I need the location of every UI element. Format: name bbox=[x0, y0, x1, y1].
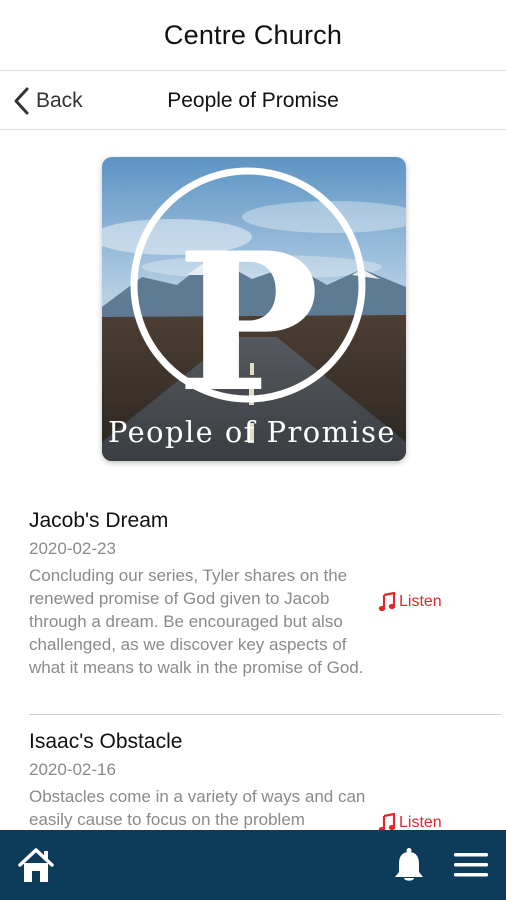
music-note-icon bbox=[378, 592, 396, 612]
tab-bar bbox=[0, 830, 506, 900]
chevron-left-icon bbox=[14, 87, 29, 114]
app-title: Centre Church bbox=[163, 19, 343, 50]
artwork-letter: P bbox=[177, 211, 320, 434]
episode-date: 2020-02-23 bbox=[29, 539, 116, 558]
bell-icon[interactable] bbox=[392, 847, 426, 883]
episode-description: Obstacles come in a variety of ways and … bbox=[29, 787, 366, 829]
listen-button[interactable]: Listen bbox=[378, 813, 442, 830]
artwork-title: People of Promise bbox=[108, 415, 396, 449]
episode-title: Isaac's Obstacle bbox=[29, 730, 183, 753]
listen-label: Listen bbox=[399, 814, 442, 830]
music-note-icon bbox=[378, 813, 396, 830]
episode-date: 2020-02-16 bbox=[29, 760, 116, 779]
app-header: Centre Church bbox=[0, 0, 506, 71]
home-icon[interactable] bbox=[16, 845, 56, 885]
episode-description: Concluding our series, Tyler shares on t… bbox=[29, 566, 364, 677]
listen-label: Listen bbox=[399, 593, 442, 610]
series-artwork: P People of Promise bbox=[102, 157, 406, 461]
main-content: P People of Promise Jacob's Dream 2020-0… bbox=[0, 130, 506, 830]
episode-title: Jacob's Dream bbox=[29, 509, 169, 532]
nav-bar: Back People of Promise bbox=[0, 71, 506, 130]
back-label: Back bbox=[36, 88, 83, 112]
back-button[interactable]: Back bbox=[12, 71, 83, 130]
listen-button[interactable]: Listen bbox=[378, 592, 442, 612]
divider bbox=[29, 714, 501, 715]
menu-icon[interactable] bbox=[452, 850, 490, 880]
